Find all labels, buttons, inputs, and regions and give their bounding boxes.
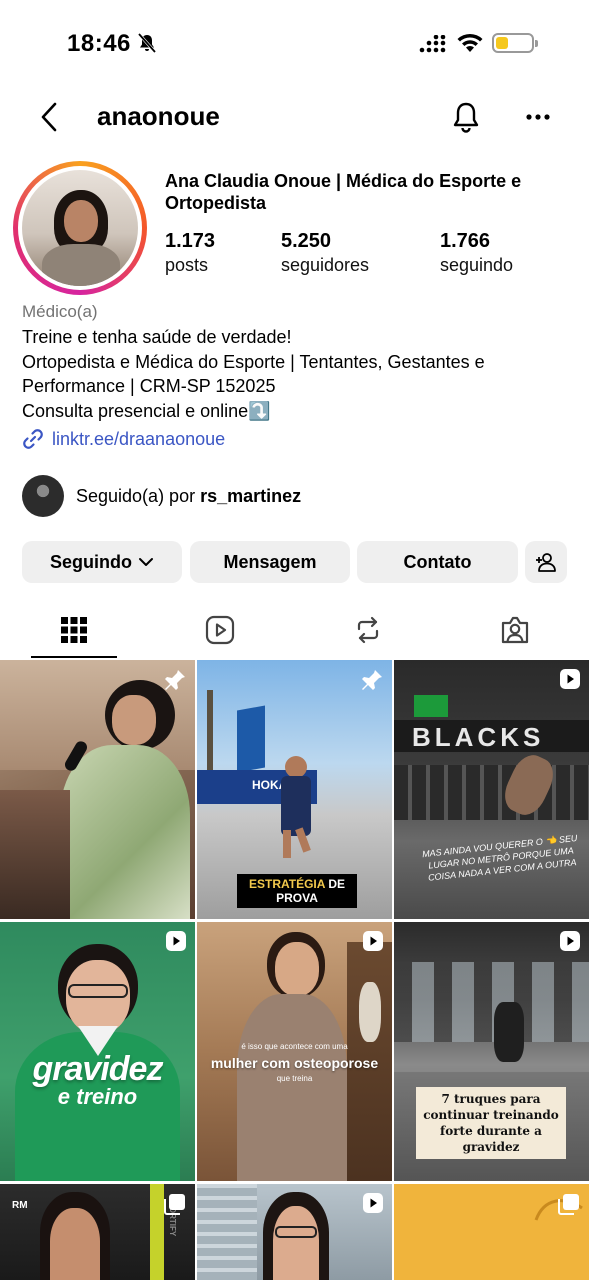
status-time: 18:46: [67, 30, 131, 57]
followed-by-prefix: Seguido(a) por: [76, 485, 196, 506]
reel-icon: [363, 1193, 383, 1213]
link-icon: [23, 429, 43, 449]
tab-reels[interactable]: [190, 608, 250, 652]
post-tile[interactable]: HOKA ESTRATÉGIA DE PROVA: [197, 660, 392, 919]
reel-icon: [363, 931, 383, 951]
suggested-users-button[interactable]: [525, 541, 567, 583]
bell-icon[interactable]: [451, 101, 481, 133]
followed-by[interactable]: Seguido(a) por rs_martinez: [22, 475, 301, 517]
pin-icon: [362, 670, 382, 690]
post-logo-text: RM: [12, 1200, 28, 1211]
tagged-icon: [501, 616, 529, 644]
carousel-icon: [164, 1194, 185, 1215]
stat-followers-value: 5.250: [281, 230, 332, 252]
bio-line: Treine e tenha saúde de verdade!: [22, 327, 292, 347]
stat-following[interactable]: 1.766 seguindo: [440, 229, 513, 277]
active-tab-indicator: [31, 656, 117, 658]
bio-line: Ortopedista e Médica do Esporte | Tentan…: [22, 351, 485, 372]
stat-posts-label: posts: [165, 255, 209, 275]
message-button-label: Mensagem: [223, 551, 317, 572]
stat-following-value: 1.766: [440, 230, 491, 252]
profile-bio: Treine e tenha saúde de verdade! Ortoped…: [22, 325, 485, 423]
stat-posts-value: 1.173: [165, 230, 216, 252]
battery-icon: [492, 33, 538, 53]
grid-icon: [61, 617, 87, 643]
tab-tagged[interactable]: [485, 608, 545, 652]
reel-icon: [560, 669, 580, 689]
post-caption: MAS AINDA VOU QUERER O 👈 SEU LUGAR NO ME…: [421, 832, 578, 883]
profile-link[interactable]: linktr.ee/draanaonoue: [22, 428, 225, 450]
follower-avatar: [22, 475, 64, 517]
post-tile[interactable]: RM FORTIFY: [0, 1184, 195, 1280]
pin-icon: [165, 670, 185, 690]
profile-link-text[interactable]: linktr.ee/draanaonoue: [52, 429, 225, 450]
post-tile[interactable]: é isso que acontece com uma mulher com o…: [197, 922, 392, 1181]
post-tile[interactable]: [0, 660, 195, 919]
post-caption: é isso que acontece com uma: [241, 1042, 348, 1051]
post-caption: que treina: [276, 1074, 313, 1083]
post-caption: e treino: [57, 1084, 138, 1109]
profile-username: anaonoue: [97, 101, 220, 131]
cellular-signal-icon: [419, 35, 446, 53]
stat-followers[interactable]: 5.250 seguidores: [281, 229, 369, 277]
post-caption: gravidez: [32, 1050, 164, 1088]
stat-posts[interactable]: 1.173 posts: [165, 229, 215, 277]
post-tile[interactable]: gravidez e treino: [0, 922, 195, 1181]
post-tile[interactable]: [197, 1184, 392, 1280]
post-tile[interactable]: BLACKS MAS AINDA VOU QUERER O 👈 SEU LUGA…: [394, 660, 589, 919]
tab-reposts[interactable]: [338, 608, 398, 652]
wifi-icon: [457, 33, 483, 52]
post-sign-text: BLACKS: [412, 722, 545, 752]
contact-button[interactable]: Contato: [357, 541, 518, 583]
reel-icon: [166, 931, 186, 951]
post-caption: 7 truques para continuar treinando forte…: [416, 1087, 566, 1159]
bio-line: Performance | CRM-SP 152025: [22, 376, 276, 396]
message-button[interactable]: Mensagem: [190, 541, 350, 583]
reel-icon: [560, 931, 580, 951]
carousel-icon: [558, 1194, 579, 1215]
stat-following-label: seguindo: [440, 255, 514, 275]
add-person-icon: [536, 553, 556, 572]
repost-icon: [357, 616, 379, 644]
bell-off-icon: [138, 33, 156, 53]
more-horizontal-icon[interactable]: [525, 105, 551, 129]
status-bar: 18:46: [0, 0, 589, 86]
contact-button-label: Contato: [403, 551, 472, 572]
tab-grid[interactable]: [44, 608, 104, 652]
chevron-down-icon: [139, 558, 153, 566]
profile-avatar[interactable]: [22, 170, 138, 286]
stat-followers-label: seguidores: [281, 255, 370, 275]
reels-icon: [205, 615, 235, 645]
back-chevron-icon[interactable]: [38, 101, 62, 133]
profile-display-name: Ana Claudia Onoue | Médica do Esporte e …: [165, 171, 522, 213]
post-caption: mulher com osteoporose: [210, 1055, 379, 1071]
followed-by-user[interactable]: rs_martinez: [200, 486, 301, 506]
following-button-label: Seguindo: [50, 551, 132, 572]
bio-line: Consulta presencial e online⤵️: [22, 400, 271, 421]
profile-category: Médico(a): [22, 302, 98, 321]
post-tile[interactable]: 7 truques para continuar treinando forte…: [394, 922, 589, 1181]
following-button[interactable]: Seguindo: [22, 541, 182, 583]
battery-level: [496, 37, 508, 49]
post-tile[interactable]: [394, 1184, 589, 1280]
post-caption: ESTRATÉGIA: [248, 877, 325, 891]
